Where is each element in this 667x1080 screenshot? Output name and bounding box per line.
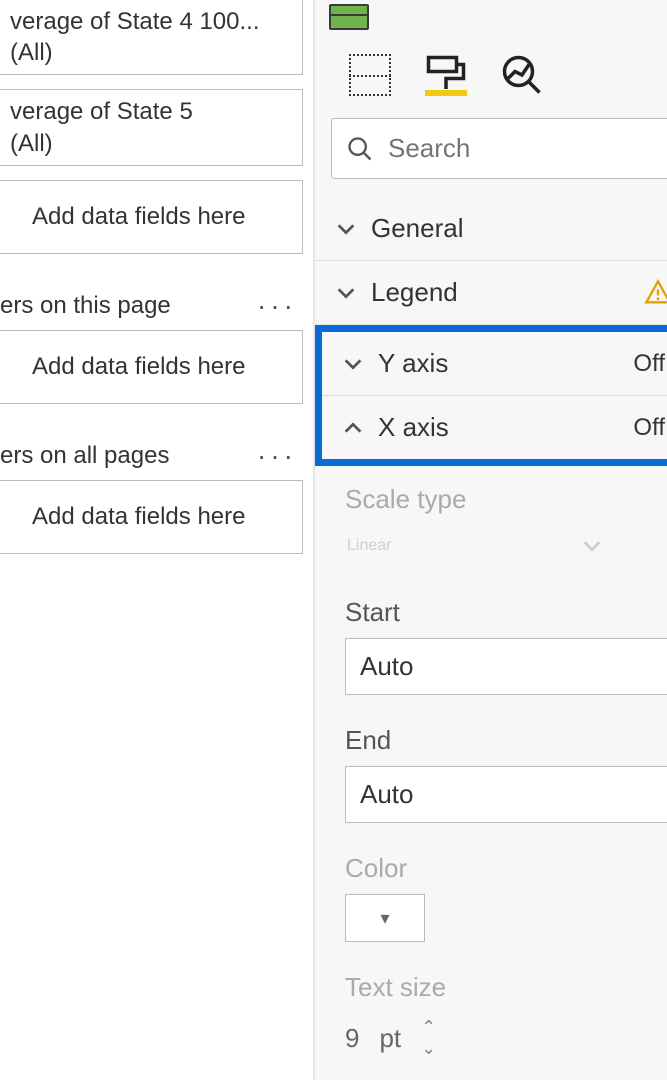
field-well-state4[interactable]: verage of State 4 100... (All) [0, 0, 303, 75]
field-title: verage of State 5 [10, 96, 292, 127]
format-sections: General Legend Y axis Off [315, 197, 667, 1080]
search-icon [346, 135, 374, 163]
visual-thumbnail-icon [329, 4, 369, 30]
add-fields-dropzone[interactable]: Add data fields here [0, 180, 303, 254]
section-label: General [371, 213, 464, 244]
analytics-tab-icon[interactable] [501, 54, 543, 96]
section-x-axis[interactable]: X axis Off [322, 396, 667, 459]
filters-page-label: ers on this page [0, 292, 171, 320]
scale-type-select[interactable]: Linear [345, 525, 605, 567]
start-input[interactable] [345, 638, 667, 695]
more-options-icon[interactable]: ··· [257, 440, 303, 472]
field-sub: (All) [10, 128, 292, 159]
end-label: End [345, 725, 667, 756]
field-well-state5[interactable]: verage of State 5 (All) [0, 89, 303, 165]
chevron-down-icon [335, 218, 357, 240]
more-options-icon[interactable]: ··· [257, 290, 303, 322]
section-label: Legend [371, 277, 458, 308]
fields-filters-pane: verage of State 4 100... (All) verage of… [0, 0, 315, 1080]
textsize-unit: pt [379, 1023, 401, 1054]
scale-type-label: Scale type [345, 484, 667, 515]
section-general[interactable]: General [315, 197, 667, 261]
textsize-label: Text size [345, 972, 667, 1003]
add-report-filters-dropzone[interactable]: Add data fields here [0, 480, 303, 554]
chevron-up-icon [342, 417, 364, 439]
end-input[interactable] [345, 766, 667, 823]
filters-page-header: ers on this page ··· [0, 282, 303, 330]
warning-icon [644, 279, 667, 307]
fields-tab-icon[interactable] [349, 54, 391, 96]
toggle-state: Off [633, 350, 665, 378]
scale-type-value: Linear [347, 537, 391, 555]
field-title: verage of State 4 100... [10, 6, 292, 37]
color-label: Color [345, 853, 667, 884]
chevron-down-icon [335, 282, 357, 304]
format-search[interactable] [331, 118, 667, 179]
axis-highlight: Y axis Off X axis Off [315, 325, 667, 466]
x-axis-settings: Scale type Linear Start End Color Text s… [315, 466, 667, 1080]
chevron-down-icon [342, 353, 364, 375]
color-picker[interactable] [345, 894, 425, 942]
format-tabs [315, 30, 667, 96]
filters-all-header: ers on all pages ··· [0, 432, 303, 480]
visualizations-format-pane: General Legend Y axis Off [315, 0, 667, 1080]
toggle-state: Off [633, 414, 665, 442]
section-y-axis[interactable]: Y axis Off [322, 332, 667, 396]
section-label: X axis [378, 412, 449, 443]
add-page-filters-dropzone[interactable]: Add data fields here [0, 330, 303, 404]
filters-all-label: ers on all pages [0, 442, 169, 470]
search-input[interactable] [388, 133, 667, 164]
stepper-icon[interactable]: ⌃⌄ [421, 1017, 436, 1059]
field-sub: (All) [10, 37, 292, 68]
section-legend[interactable]: Legend [315, 261, 667, 325]
format-tab-icon[interactable] [425, 54, 467, 96]
start-label: Start [345, 597, 667, 628]
section-label: Y axis [378, 348, 448, 379]
textsize-value: 9 [345, 1023, 359, 1054]
chevron-down-icon [581, 535, 603, 557]
